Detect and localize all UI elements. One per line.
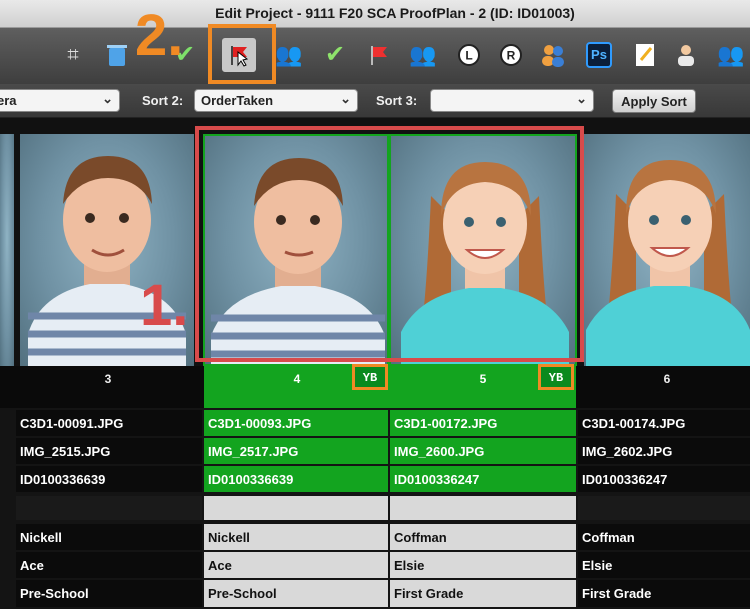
rotate-left-icon[interactable]: L: [452, 38, 486, 72]
grid-cell-blank[interactable]: [16, 496, 202, 520]
toolbar: ⌗ ✔ 👥 ✔ 👥 L R Ps 👥: [0, 28, 750, 84]
chevron-down-icon: ⌄: [576, 91, 587, 106]
grid-cell-id[interactable]: ID0100336247: [578, 466, 750, 492]
yearbook-badge[interactable]: YB: [538, 364, 574, 390]
people-icon[interactable]: 👥: [406, 38, 440, 72]
rotate-right-label: R: [507, 49, 516, 63]
photo-thumbnail[interactable]: [0, 134, 14, 366]
grid-cell-file1[interactable]: C3D1-00093.JPG: [204, 410, 388, 436]
grid-cell-id[interactable]: ID0100336639: [204, 466, 388, 492]
grid-cell-id[interactable]: ID0100336247: [390, 466, 576, 492]
grid-cell-last-name[interactable]: Nickell: [204, 524, 388, 550]
grid-cell-blank[interactable]: [204, 496, 388, 520]
grid-cell-file1[interactable]: C3D1-00174.JPG: [578, 410, 750, 436]
grid-cell-file2[interactable]: IMG_2600.JPG: [390, 438, 576, 464]
sort-bar: era ⌄ Sort 2: OrderTaken ⌄ Sort 3: ⌄ Apply…: [0, 84, 750, 118]
crop-icon[interactable]: ⌗: [56, 38, 90, 72]
person-icon[interactable]: [670, 38, 704, 72]
sort1-value: era: [0, 93, 17, 108]
sort3-select[interactable]: ⌄: [430, 89, 594, 112]
grid-cell-grade[interactable]: First Grade: [390, 580, 576, 607]
rotate-right-icon[interactable]: R: [494, 38, 528, 72]
yearbook-badge[interactable]: YB: [352, 364, 388, 390]
grid-cell-grade[interactable]: Pre-School: [204, 580, 388, 607]
grid-cell-blank[interactable]: [390, 496, 576, 520]
people-icon[interactable]: [536, 38, 570, 72]
grid-cell-blank[interactable]: [578, 496, 750, 520]
grid-cell-file1[interactable]: C3D1-00172.JPG: [390, 410, 576, 436]
flag-icon[interactable]: [362, 38, 396, 72]
sort2-label: Sort 2:: [142, 93, 184, 108]
step-1-label: 1.: [140, 273, 189, 338]
grid-cell-id[interactable]: ID0100336639: [16, 466, 202, 492]
apply-sort-button[interactable]: Apply Sort: [612, 89, 696, 113]
check-icon[interactable]: ✔: [318, 38, 352, 72]
grid-cell-last-name[interactable]: Coffman: [578, 524, 750, 550]
grid-cell-file2[interactable]: IMG_2517.JPG: [204, 438, 388, 464]
rotate-left-label: L: [465, 49, 472, 63]
photo-thumbnail-5[interactable]: [389, 134, 577, 366]
grid-cell-first-name[interactable]: Ace: [204, 552, 388, 578]
sort2-select[interactable]: OrderTaken ⌄: [194, 89, 358, 112]
sort2-value: OrderTaken: [201, 93, 274, 108]
grid-cell-first-name[interactable]: Ace: [16, 552, 202, 578]
photo-thumbnail-6[interactable]: [584, 134, 750, 366]
grid-cell-file2[interactable]: IMG_2515.JPG: [16, 438, 202, 464]
notepad-icon[interactable]: [628, 38, 662, 72]
photo-strip: [0, 118, 750, 366]
trash-icon[interactable]: [100, 38, 134, 72]
grid-cell-grade[interactable]: First Grade: [578, 580, 750, 607]
student-portrait-image: [586, 160, 750, 366]
flag-icon[interactable]: [222, 38, 256, 72]
grid-cell-last-name[interactable]: Coffman: [390, 524, 576, 550]
sort1-select[interactable]: era ⌄: [0, 89, 120, 112]
chevron-down-icon: ⌄: [340, 91, 351, 106]
photo-thumbnail-4[interactable]: [203, 134, 389, 366]
window-title: Edit Project - 9111 F20 SCA ProofPlan - …: [215, 5, 575, 21]
column-number: 6: [663, 372, 671, 386]
sort3-label: Sort 3:: [376, 93, 418, 108]
title-bar: Edit Project - 9111 F20 SCA ProofPlan - …: [0, 0, 750, 28]
grid-cell-file1[interactable]: C3D1-00091.JPG: [16, 410, 202, 436]
people-icon[interactable]: 👥: [272, 38, 306, 72]
student-portrait-image: [211, 158, 385, 364]
chevron-down-icon: ⌄: [102, 91, 113, 106]
grid-cell-first-name[interactable]: Elsie: [578, 552, 750, 578]
photoshop-label: Ps: [586, 42, 612, 68]
step-2-label: 2.: [135, 3, 184, 68]
photoshop-icon[interactable]: Ps: [582, 38, 616, 72]
grid-cell-file2[interactable]: IMG_2602.JPG: [578, 438, 750, 464]
grid-cell-grade[interactable]: Pre-School: [16, 580, 202, 607]
grid-cell-last-name[interactable]: Nickell: [16, 524, 202, 550]
column-number: 3: [104, 372, 112, 386]
grid-cell-first-name[interactable]: Elsie: [390, 552, 576, 578]
people-icon[interactable]: 👥: [714, 38, 748, 72]
data-grid: C3D1-00091.JPG C3D1-00093.JPG C3D1-00172…: [0, 408, 750, 609]
student-portrait-image: [401, 162, 569, 364]
